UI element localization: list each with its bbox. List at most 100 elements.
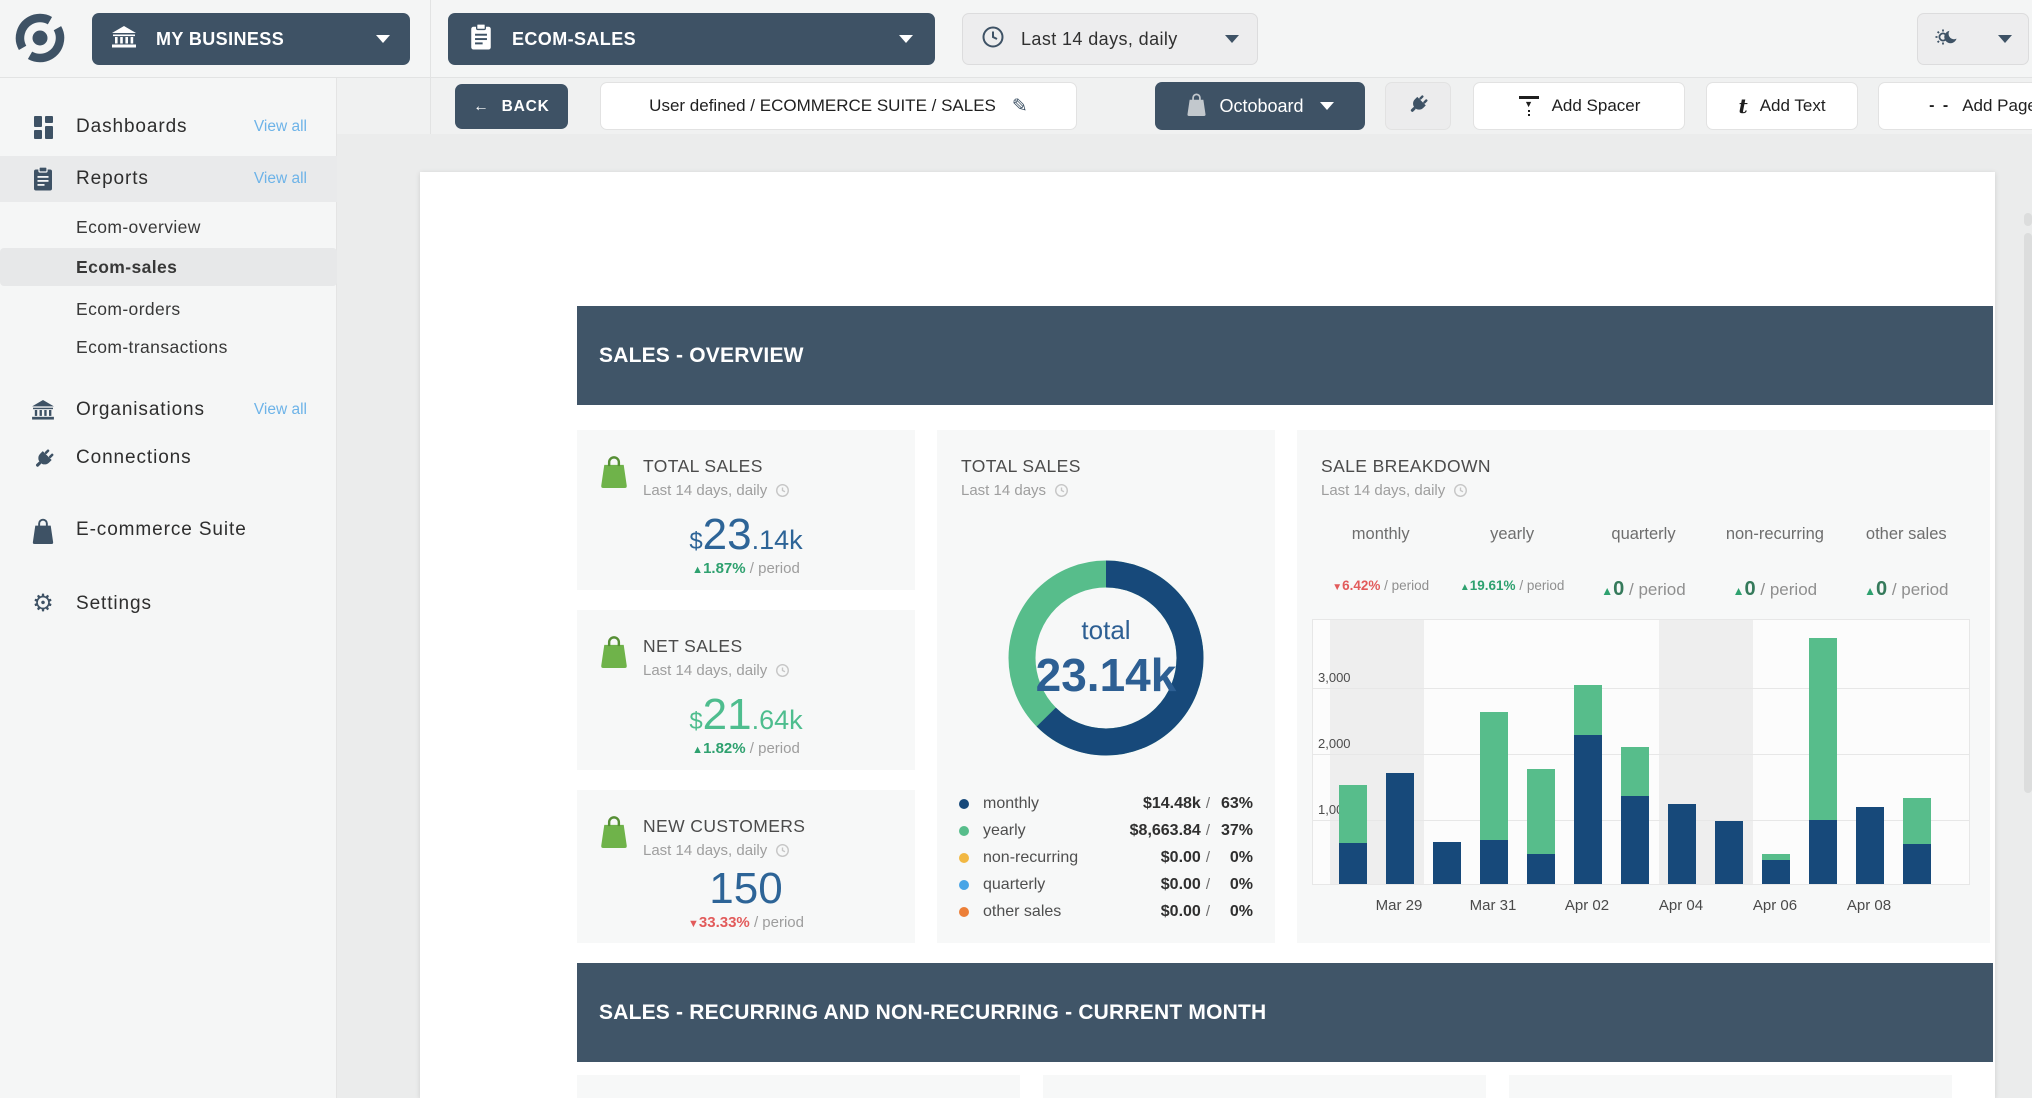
x-axis-tick-label: Apr 06 (1735, 897, 1815, 914)
gridline (1313, 688, 1970, 689)
day-night-icon (1934, 24, 1960, 55)
text-icon: t (1738, 94, 1747, 118)
x-axis-tick-label: Mar 31 (1453, 897, 1533, 914)
bar-yearly (1621, 747, 1649, 796)
legend-pct: 0% (1215, 903, 1253, 921)
sidebar-item-ecom-overview[interactable]: Ecom-overview (0, 208, 337, 246)
bar-monthly (1339, 843, 1367, 884)
breakdown-column: monthly▼6.42% / period (1315, 525, 1446, 601)
legend-name: other sales (983, 903, 1161, 921)
add-spacer-button[interactable]: ▼ Add Spacer (1473, 82, 1685, 130)
widget-subtitle: Last 14 days, daily (1321, 482, 1468, 499)
shopping-bag-icon (1186, 92, 1207, 121)
connections-button[interactable] (1385, 82, 1451, 130)
breakdown-change-unit: / period (1760, 580, 1817, 599)
metric-prefix: $ (689, 708, 702, 735)
legend-value: $0.00 (1161, 876, 1201, 894)
sidebar-item-ecom-sales[interactable]: Ecom-sales (0, 248, 337, 286)
sidebar-item-dashboards[interactable]: Dashboards View all (0, 105, 337, 149)
back-button[interactable]: ← BACK (455, 84, 568, 129)
widget-subtitle: Last 14 days, daily (643, 662, 790, 679)
sidebar-item-ecom-transactions[interactable]: Ecom-transactions (0, 328, 337, 366)
donut-chart: total 23.14k (1001, 553, 1211, 763)
donut-total-value: 23.14k (1036, 648, 1177, 702)
widget-subtitle-text: Last 14 days, daily (643, 482, 767, 499)
stacked-bar-chart: 1,0002,0003,000 Mar 29Mar 31Apr 02Apr 04… (1312, 619, 1970, 924)
bar-monthly (1668, 804, 1696, 885)
widget-total-sales-metric[interactable]: TOTAL SALES Last 14 days, daily $23.14k … (577, 430, 915, 590)
octoboard-widget-menu[interactable]: Octoboard (1155, 82, 1365, 130)
donut-legend: monthly$14.48k/63%yearly$8,663.84/37%non… (959, 790, 1253, 925)
widget-placeholder[interactable] (1043, 1075, 1486, 1098)
y-axis-tick-label: 3,000 (1318, 670, 1351, 685)
sidebar-item-ecom-orders[interactable]: Ecom-orders (0, 290, 337, 328)
widget-new-customers-metric[interactable]: NEW CUSTOMERS Last 14 days, daily 150 ▼3… (577, 790, 915, 943)
add-text-button[interactable]: t Add Text (1706, 82, 1858, 130)
widget-title: NEW CUSTOMERS (643, 816, 805, 837)
legend-slash: / (1206, 876, 1210, 893)
breakdown-change-unit: / period (1892, 580, 1949, 599)
section-banner-recurring: SALES - RECURRING AND NON-RECURRING - CU… (577, 963, 1993, 1062)
sidebar-item-reports[interactable]: Reports View all (0, 156, 337, 202)
widget-sale-breakdown[interactable]: SALE BREAKDOWN Last 14 days, daily month… (1297, 430, 1990, 943)
bank-icon (112, 26, 136, 53)
breakdown-columns: monthly▼6.42% / periodyearly▲19.61% / pe… (1315, 525, 1972, 601)
breakdown-change-pct: 6.42% (1342, 578, 1380, 593)
metric-change: ▼33.33% / period (577, 914, 915, 931)
bar-monthly (1856, 807, 1884, 884)
legend-name: non-recurring (983, 849, 1161, 867)
report-label: ECOM-SALES (512, 29, 636, 50)
edit-pencil-icon[interactable]: ✎ (1012, 95, 1028, 118)
legend-pct: 63% (1215, 795, 1253, 813)
bar-yearly (1480, 712, 1508, 841)
octoboard-logo-icon[interactable] (14, 12, 66, 69)
period-selector[interactable]: Last 14 days, daily (962, 13, 1258, 65)
breakdown-column: quarterly▲0 / period (1578, 525, 1709, 601)
clock-icon (981, 25, 1005, 54)
report-clipboard-icon (470, 24, 492, 55)
metric-prefix: $ (689, 528, 702, 555)
widget-placeholder[interactable] (577, 1075, 1020, 1098)
dashboard-grid-icon (30, 116, 56, 139)
bar-monthly (1809, 820, 1837, 884)
organisation-selector[interactable]: MY BUSINESS (92, 13, 410, 65)
shopify-bag-icon (599, 814, 629, 853)
x-axis-tick-label: Apr 08 (1829, 897, 1909, 914)
left-arrow-icon: ← (473, 98, 489, 116)
header-divider (430, 0, 431, 134)
metric-change-unit: / period (754, 914, 804, 931)
section-title: SALES - RECURRING AND NON-RECURRING - CU… (599, 1001, 1266, 1025)
report-selector[interactable]: ECOM-SALES (448, 13, 935, 65)
view-all-dashboards-link[interactable]: View all (254, 118, 307, 136)
widget-total-sales-donut[interactable]: TOTAL SALES Last 14 days total 23.14k mo… (937, 430, 1275, 943)
breadcrumb[interactable]: User defined / ECOMMERCE SUITE / SALES ✎ (600, 82, 1077, 130)
gear-icon: ⚙ (30, 592, 56, 616)
view-all-reports-link[interactable]: View all (254, 170, 307, 188)
history-icon (775, 483, 790, 498)
sidebar-item-label: E-commerce Suite (76, 519, 247, 541)
octoboard-menu-label: Octoboard (1219, 96, 1303, 117)
breakdown-column-label: yearly (1446, 525, 1577, 544)
shopping-bag-icon (30, 517, 56, 544)
metric-suffix: .64k (752, 705, 803, 735)
sidebar-item-label: Dashboards (76, 116, 187, 138)
scrollbar-thumb[interactable] (2024, 233, 2032, 793)
view-all-organisations-link[interactable]: View all (254, 401, 307, 419)
metric-value: 150 (577, 864, 915, 914)
bar-monthly (1715, 821, 1743, 884)
widget-placeholder[interactable] (1509, 1075, 1952, 1098)
widget-title: TOTAL SALES (643, 456, 763, 477)
breakdown-column-label: non-recurring (1709, 525, 1840, 544)
organisation-label: MY BUSINESS (156, 29, 284, 50)
add-page-break-button[interactable]: - - Add Page (1878, 82, 2032, 130)
report-page: SALES - OVERVIEW TOTAL SALES Last 14 day… (420, 172, 1995, 1098)
sidebar-item-connections[interactable]: Connections (0, 436, 337, 480)
sidebar-item-ecommerce-suite[interactable]: E-commerce Suite (0, 508, 337, 552)
breakdown-column-label: quarterly (1578, 525, 1709, 544)
theme-toggle[interactable] (1917, 13, 2029, 65)
scrollbar-notch[interactable] (2024, 213, 2032, 226)
sidebar-item-settings[interactable]: ⚙ Settings (0, 582, 337, 626)
legend-name: monthly (983, 795, 1143, 813)
sidebar-item-organisations[interactable]: Organisations View all (0, 388, 337, 432)
widget-net-sales-metric[interactable]: NET SALES Last 14 days, daily $21.64k ▲1… (577, 610, 915, 770)
